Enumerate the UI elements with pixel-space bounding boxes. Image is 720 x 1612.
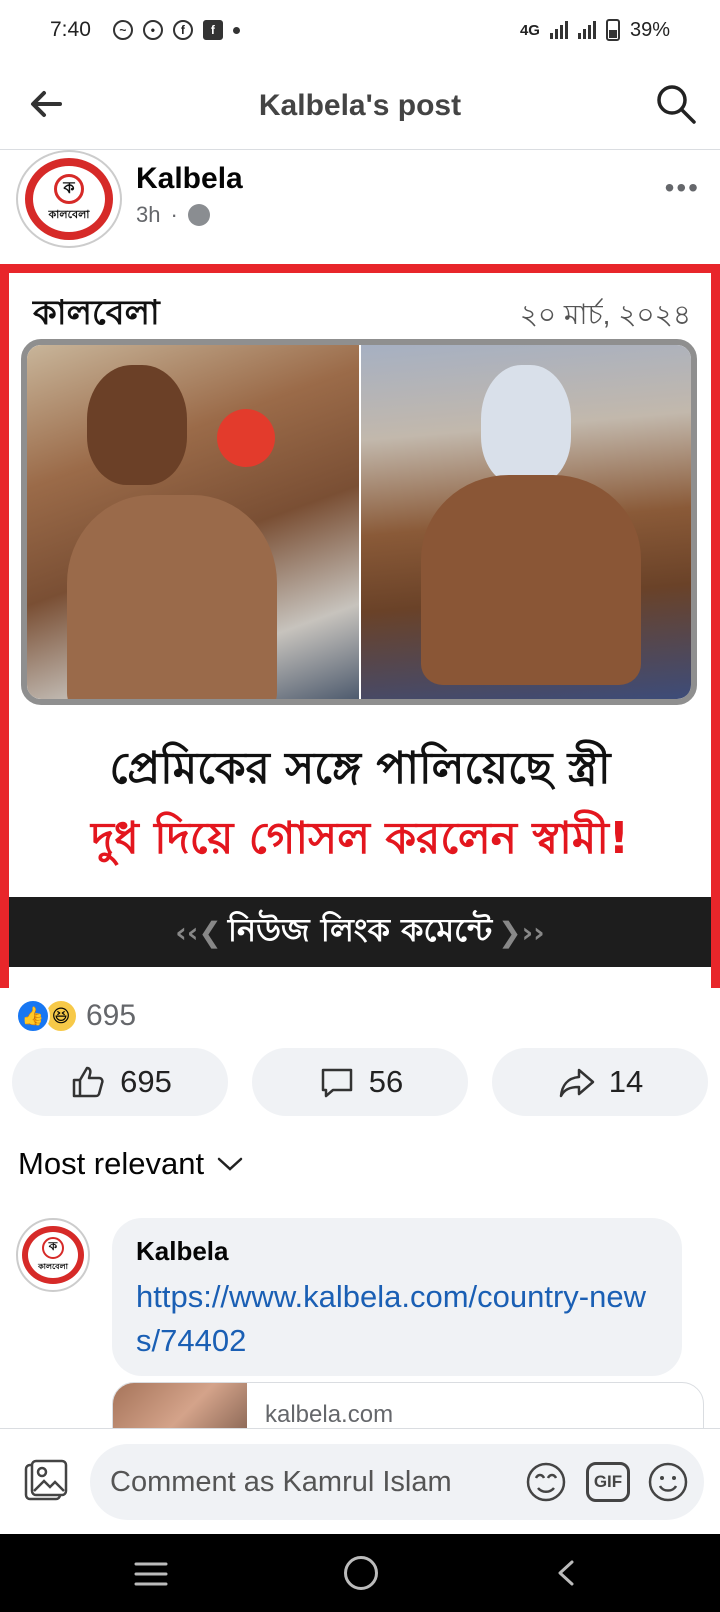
- meta-separator: ·: [170, 202, 178, 227]
- status-left: 7:40 ~ • f f: [50, 18, 240, 42]
- like-reaction-icon: 👍: [16, 999, 50, 1033]
- battery-icon: [605, 19, 620, 41]
- post-meta: 3h ·: [136, 202, 210, 228]
- banner-chevrons-left-icon: ‹‹❮: [175, 915, 222, 949]
- banner-text: নিউজ লিংক কমেন্টে: [227, 911, 493, 949]
- person-head: [87, 365, 187, 485]
- image-date: ২০ মার্চ, ২০২৪: [519, 299, 691, 330]
- sort-label-text: Most relevant: [18, 1146, 205, 1181]
- headline-line-2: দুধ দিয়ে গোসল করলেন স্বামী!: [91, 813, 629, 864]
- gif-button[interactable]: GIF: [586, 1462, 630, 1502]
- chat-icon: •: [142, 20, 163, 40]
- globe-icon: [187, 204, 210, 226]
- comment-avatar[interactable]: ক কালবেলা: [16, 1218, 90, 1292]
- app-header: Kalbela's post: [0, 62, 720, 150]
- comment-composer: Comment as Kamrul Islam GIF: [0, 1428, 720, 1534]
- like-button[interactable]: 695: [12, 1048, 228, 1116]
- system-back-icon[interactable]: [550, 1556, 584, 1590]
- post-image[interactable]: কালবেলা ২০ মার্চ, ২০২৪ প্রেমিকের সঙ্গে প…: [0, 264, 720, 988]
- page-title: Kalbela's post: [258, 88, 462, 122]
- image-brand-logo: কালবেলা: [33, 287, 160, 344]
- photo-left-panel: [27, 345, 359, 699]
- photo-icon[interactable]: [20, 1457, 70, 1507]
- image-header: কালবেলা ২০ মার্চ, ২০২৪: [9, 273, 711, 343]
- comment-sort-dropdown[interactable]: Most relevant: [18, 1146, 244, 1182]
- status-right: 4G 39%: [520, 19, 670, 42]
- battery-percent: 39%: [629, 18, 670, 41]
- person-body-2: [421, 475, 641, 685]
- logo-text-small: কালবেলা: [38, 1261, 68, 1271]
- comment-author[interactable]: Kalbela: [136, 1236, 658, 1267]
- share-count: 14: [608, 1064, 644, 1099]
- news-link-banner: ‹‹❮ নিউজ লিংক কমেন্টে ❯››: [9, 897, 711, 967]
- comment-bubble[interactable]: Kalbela https://www.kalbela.com/country-…: [112, 1218, 682, 1376]
- signal-icon: [549, 21, 568, 39]
- recent-apps-icon[interactable]: [134, 1560, 168, 1588]
- news-photo: [21, 339, 697, 705]
- reaction-count: 695: [86, 999, 137, 1032]
- link-preview-domain: kalbela.com: [265, 1401, 394, 1428]
- comment-count: 56: [368, 1064, 404, 1099]
- status-bar: 7:40 ~ • f f 4G 39%: [0, 0, 720, 60]
- chevron-down-icon: [217, 1157, 243, 1171]
- comment-link[interactable]: https://www.kalbela.com/country-news/744…: [136, 1275, 658, 1363]
- thumbs-up-icon: [72, 1066, 104, 1098]
- logo-text: কালবেলা: [48, 208, 90, 221]
- kalbela-logo-small: ক কালবেলা: [22, 1226, 84, 1284]
- status-time: 7:40: [50, 18, 91, 41]
- page-avatar[interactable]: ক কালবেলা: [16, 150, 122, 248]
- post-header: ক কালবেলা Kalbela 3h · •••: [0, 150, 720, 260]
- comment-input[interactable]: Comment as Kamrul Islam GIF: [90, 1444, 704, 1520]
- photo-right-panel: [359, 345, 691, 699]
- person-body: [67, 495, 277, 699]
- signal-icon-2: [577, 21, 596, 39]
- post-time[interactable]: 3h: [136, 202, 160, 228]
- avatar-sticker-icon[interactable]: [524, 1460, 568, 1504]
- home-icon[interactable]: [344, 1556, 378, 1590]
- logo-letter-small-icon: ক: [42, 1236, 64, 1259]
- facebook-icon: f: [172, 20, 193, 40]
- system-nav-bar: [0, 1534, 720, 1612]
- network-label: 4G: [519, 21, 540, 39]
- facebook-square-icon: f: [202, 20, 223, 40]
- post-actions: 695 56 14: [12, 1048, 708, 1116]
- reactions-summary[interactable]: 👍 😆 695: [16, 996, 136, 1036]
- more-notifications-icon: [232, 26, 240, 34]
- more-options-button[interactable]: •••: [665, 172, 700, 204]
- comment-placeholder: Comment as Kamrul Islam: [110, 1466, 452, 1498]
- comment-icon: [321, 1068, 352, 1098]
- red-jug: [217, 409, 275, 467]
- person-head-milk: [481, 365, 571, 485]
- headline-line-1: প্রেমিকের সঙ্গে পালিয়েছে স্ত্রী: [109, 743, 611, 794]
- image-brand-text: কালবেলা: [33, 293, 160, 333]
- comment-button[interactable]: 56: [252, 1048, 468, 1116]
- search-icon[interactable]: [654, 82, 698, 126]
- messenger-icon: ~: [112, 20, 133, 40]
- notification-icons: ~ • f f: [112, 20, 240, 40]
- emoji-icon[interactable]: [646, 1460, 690, 1504]
- page-name[interactable]: Kalbela: [136, 162, 243, 196]
- kalbela-logo: ক কালবেলা: [25, 158, 113, 240]
- share-button[interactable]: 14: [492, 1048, 708, 1116]
- like-count: 695: [120, 1064, 172, 1099]
- logo-letter-icon: ক: [54, 173, 84, 204]
- share-icon: [559, 1068, 594, 1098]
- back-arrow-icon[interactable]: [26, 84, 66, 124]
- banner-chevrons-right-icon: ❯››: [498, 915, 545, 949]
